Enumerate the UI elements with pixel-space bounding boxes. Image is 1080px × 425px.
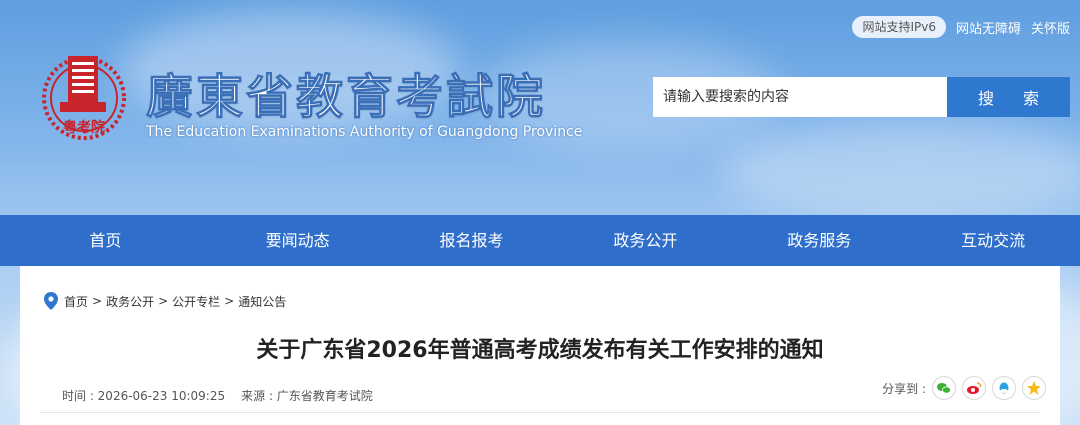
qq-icon[interactable] [992, 376, 1016, 400]
nav-item-government-services[interactable]: 政务服务 [732, 215, 906, 266]
nav-item-home[interactable]: 首页 [0, 215, 211, 266]
site-title[interactable]: 廣東省教育考試院 [146, 58, 546, 127]
nav-item-registration[interactable]: 报名报考 [385, 215, 559, 266]
search-box: 搜 索 [653, 77, 1070, 117]
top-links: 网站支持IPv6 网站无障碍 关怀版 [852, 16, 1070, 38]
search-button[interactable]: 搜 索 [947, 77, 1070, 117]
publish-time: 时间 : 2026-06-23 10:09:25 [62, 389, 226, 403]
logo-seal-text: 粤考院 [63, 119, 105, 136]
nav-item-interaction[interactable]: 互动交流 [906, 215, 1080, 266]
nav-item-news[interactable]: 要闻动态 [211, 215, 385, 266]
breadcrumb-separator: > [158, 294, 169, 308]
article-panel: 首页 > 政务公开 > 公开专栏 > 通知公告 关于广东省2026年普通高考成绩… [20, 266, 1060, 425]
breadcrumb-government-affairs[interactable]: 政务公开 [106, 293, 154, 310]
article-title: 关于广东省2026年普通高考成绩发布有关工作安排的通知 [256, 338, 824, 363]
breadcrumb-separator: > [92, 294, 103, 308]
search-input[interactable] [653, 77, 947, 117]
breadcrumb-home[interactable]: 首页 [64, 293, 88, 310]
breadcrumb-notices[interactable]: 通知公告 [238, 293, 286, 310]
wechat-icon[interactable] [932, 376, 956, 400]
weibo-icon[interactable] [962, 376, 986, 400]
accessibility-link[interactable]: 网站无障碍 [956, 18, 1021, 37]
article-source: 来源 : 广东省教育考试院 [241, 389, 373, 403]
breadcrumb-public-column[interactable]: 公开专栏 [172, 293, 220, 310]
share-bar: 分享到 : [882, 376, 1046, 400]
breadcrumb: 首页 > 政务公开 > 公开专栏 > 通知公告 [44, 292, 286, 310]
qzone-icon[interactable] [1022, 376, 1046, 400]
site-subtitle: The Education Examinations Authority of … [146, 124, 583, 140]
share-label: 分享到 : [882, 381, 926, 396]
breadcrumb-separator: > [224, 294, 235, 308]
location-pin-icon [44, 292, 58, 310]
ipv6-badge: 网站支持IPv6 [852, 16, 946, 38]
site-logo-icon[interactable]: 粤考院 [38, 52, 130, 144]
site-header: 网站支持IPv6 网站无障碍 关怀版 粤考院 廣東省教育考試院 The Educ… [0, 0, 1080, 215]
main-nav: 首页 要闻动态 报名报考 政务公开 政务服务 互动交流 [0, 215, 1080, 266]
meta-divider [40, 412, 1040, 413]
nav-item-government-affairs[interactable]: 政务公开 [558, 215, 732, 266]
article-meta: 时间 : 2026-06-23 10:09:25 来源 : 广东省教育考试院 [62, 387, 373, 404]
care-mode-link[interactable]: 关怀版 [1031, 18, 1070, 37]
